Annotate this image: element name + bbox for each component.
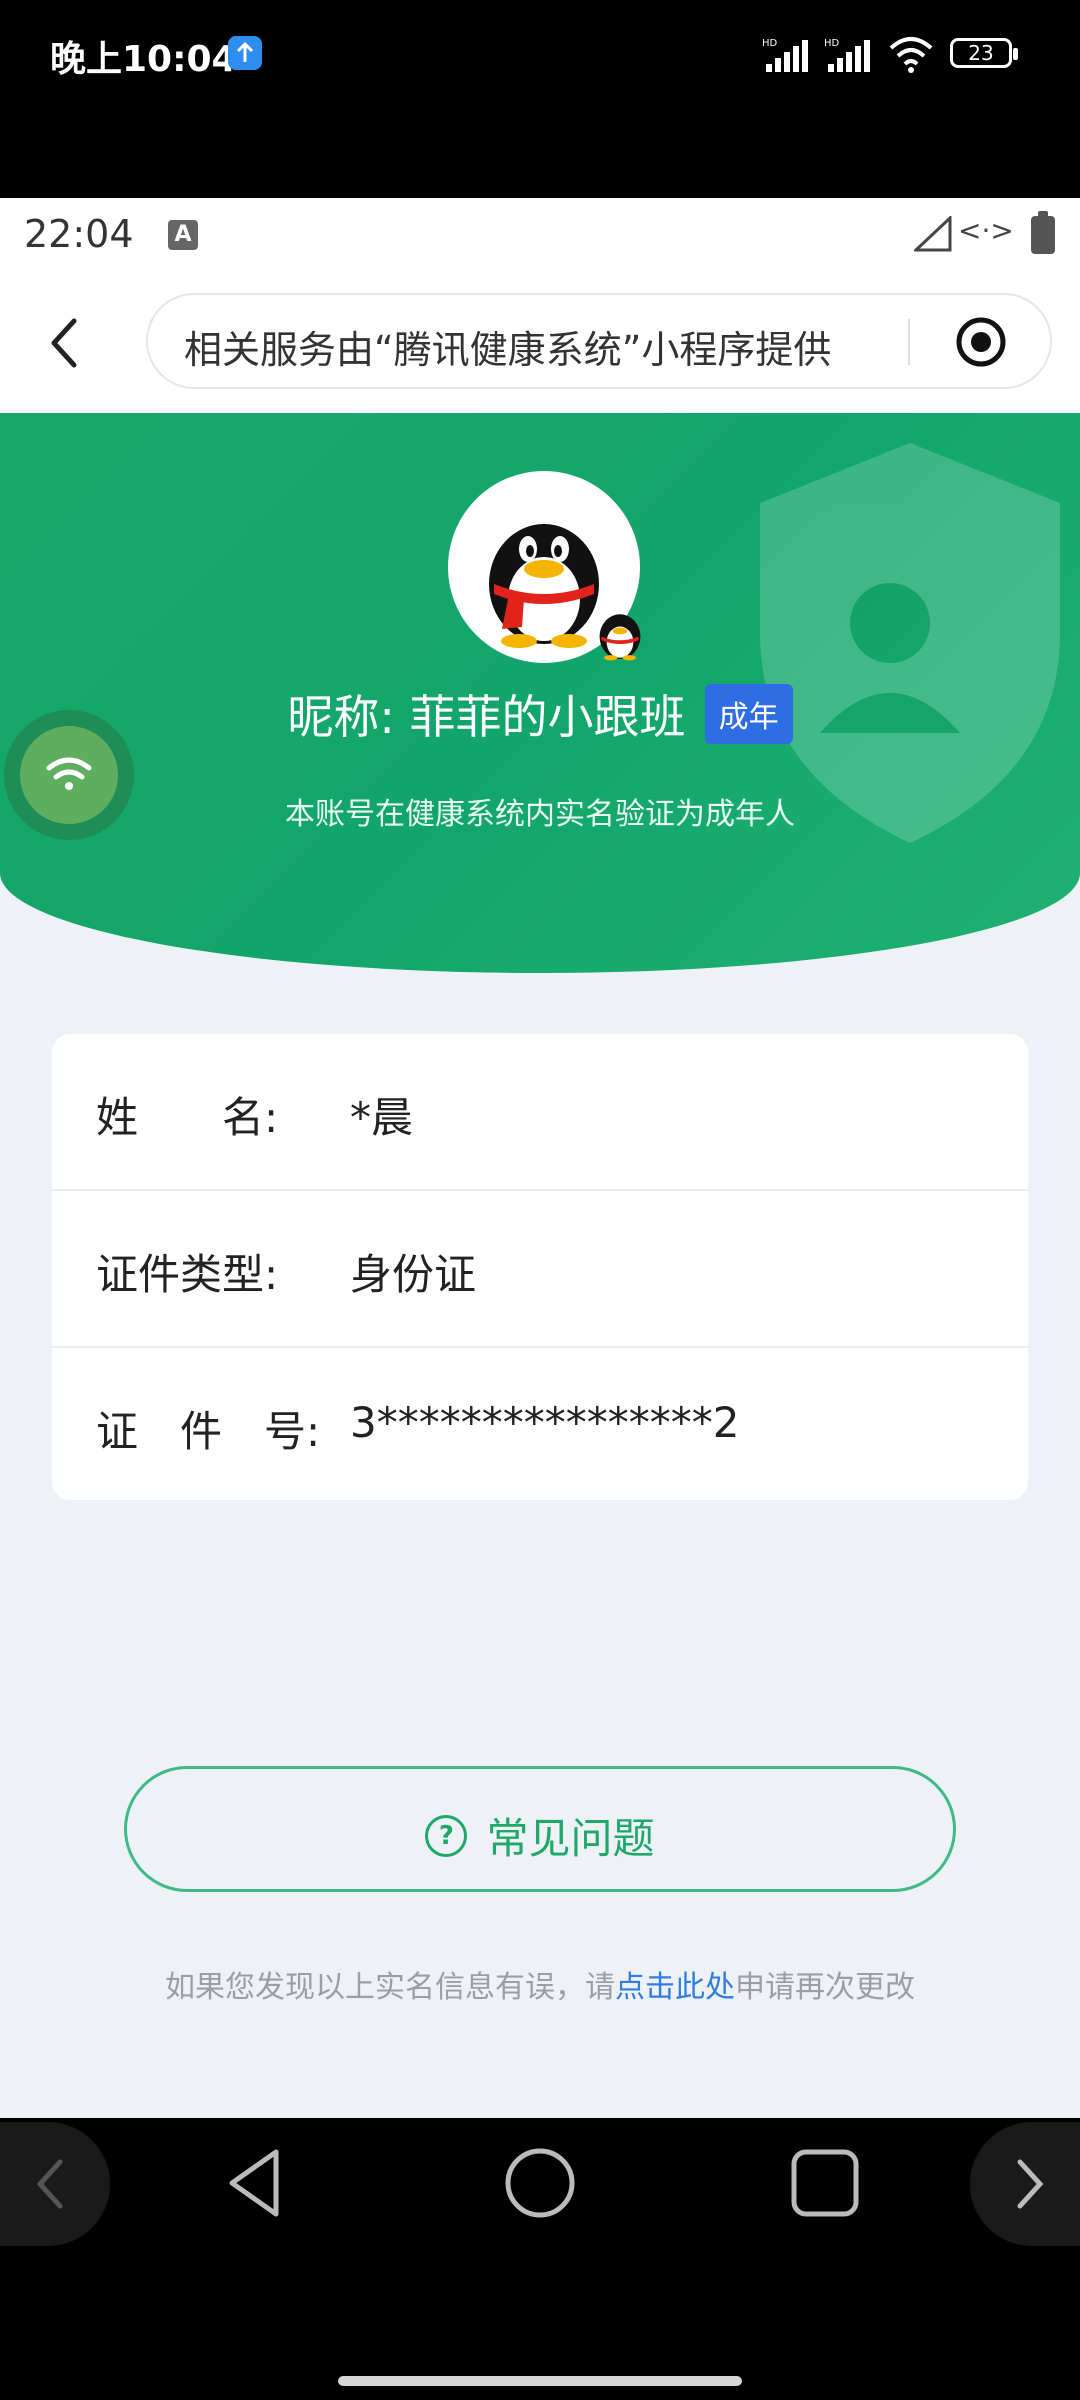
faq-content: ? 常见问题: [127, 1805, 953, 1866]
info-value: 3****************2: [350, 1398, 740, 1447]
device-time: 晚上10:04: [50, 39, 237, 80]
system-navigation-bar: [0, 2118, 1080, 2248]
back-icon[interactable]: [40, 313, 90, 373]
nav-back-icon[interactable]: [210, 2138, 300, 2228]
signal-icon: [914, 216, 952, 252]
battery-icon: [1031, 211, 1055, 254]
capsule-divider: [908, 319, 910, 365]
data-transfer-icon: <·>: [958, 214, 1014, 247]
chevron-left-icon[interactable]: [0, 2122, 110, 2246]
wifi-float-icon: [20, 726, 118, 824]
qq-penguin-icon: [489, 524, 599, 648]
correction-note-prefix: 如果您发现以上实名信息有误，请: [165, 1970, 615, 2005]
chevron-right-icon[interactable]: [970, 2122, 1080, 2246]
question-icon: ?: [425, 1814, 468, 1857]
device-status-bar: 晚上10:04 HD HD 23: [0, 0, 1080, 198]
svg-text:HD: HD: [762, 38, 778, 49]
correction-note-suffix: 申请再次更改: [735, 1970, 915, 2005]
info-value: 身份证: [350, 1250, 477, 1299]
wifi-icon: [889, 37, 933, 73]
inner-status-bar: 22:04 A <·>: [0, 198, 1080, 273]
battery-icon: 23: [950, 38, 1018, 68]
info-label: 证 件 号:: [96, 1407, 321, 1456]
qq-penguin-icon: [599, 614, 641, 661]
info-label: 姓 名:: [96, 1093, 279, 1142]
info-value: *晨: [350, 1093, 414, 1142]
info-row-id-number: 证 件 号: 3****************2: [52, 1348, 1028, 1500]
nav-recents-icon[interactable]: [780, 2138, 870, 2228]
adult-badge: 成年: [704, 684, 793, 744]
keyboard-indicator-icon: A: [168, 220, 198, 250]
info-row-id-type: 证件类型: 身份证: [52, 1191, 1028, 1346]
signal-icon: HD: [824, 38, 870, 72]
mini-program-navbar: 相关服务由“腾讯健康系统”小程序提供: [0, 273, 1080, 413]
faq-label: 常见问题: [486, 1814, 655, 1863]
verification-description: 本账号在健康系统内实名验证为成年人: [285, 797, 795, 832]
signal-icon: HD: [762, 38, 808, 72]
app-window: 22:04 A <·> 相关服务由“腾讯健康系统”小程序提供 昵称: 菲菲的小跟…: [0, 198, 1080, 2118]
inner-time: 22:04: [24, 212, 134, 256]
upload-icon: [228, 36, 262, 70]
correction-note: 如果您发现以上实名信息有误，请点击此处申请再次更改: [0, 1962, 1080, 2006]
service-notice-bar: 相关服务由“腾讯健康系统”小程序提供: [146, 293, 1052, 389]
service-notice-text: 相关服务由“腾讯健康系统”小程序提供: [184, 328, 832, 372]
floating-wifi-button[interactable]: [4, 710, 134, 840]
info-row-name: 姓 名: *晨: [52, 1034, 1028, 1189]
home-indicator[interactable]: [338, 2376, 742, 2386]
nav-home-icon[interactable]: [495, 2138, 585, 2228]
correction-link[interactable]: 点击此处: [615, 1970, 735, 2005]
svg-text:HD: HD: [824, 38, 840, 49]
nickname: 昵称: 菲菲的小跟班: [287, 690, 686, 744]
nickname-row: 昵称: 菲菲的小跟班 成年: [0, 681, 1080, 747]
identity-info-card: 姓 名: *晨 证件类型: 身份证 证 件 号: 3**************…: [52, 1034, 1028, 1500]
profile-header: 昵称: 菲菲的小跟班 成年 本账号在健康系统内实名验证为成年人: [0, 413, 1080, 973]
faq-button[interactable]: ? 常见问题: [124, 1766, 956, 1892]
info-label: 证件类型:: [96, 1250, 279, 1299]
target-icon[interactable]: [954, 315, 1008, 369]
